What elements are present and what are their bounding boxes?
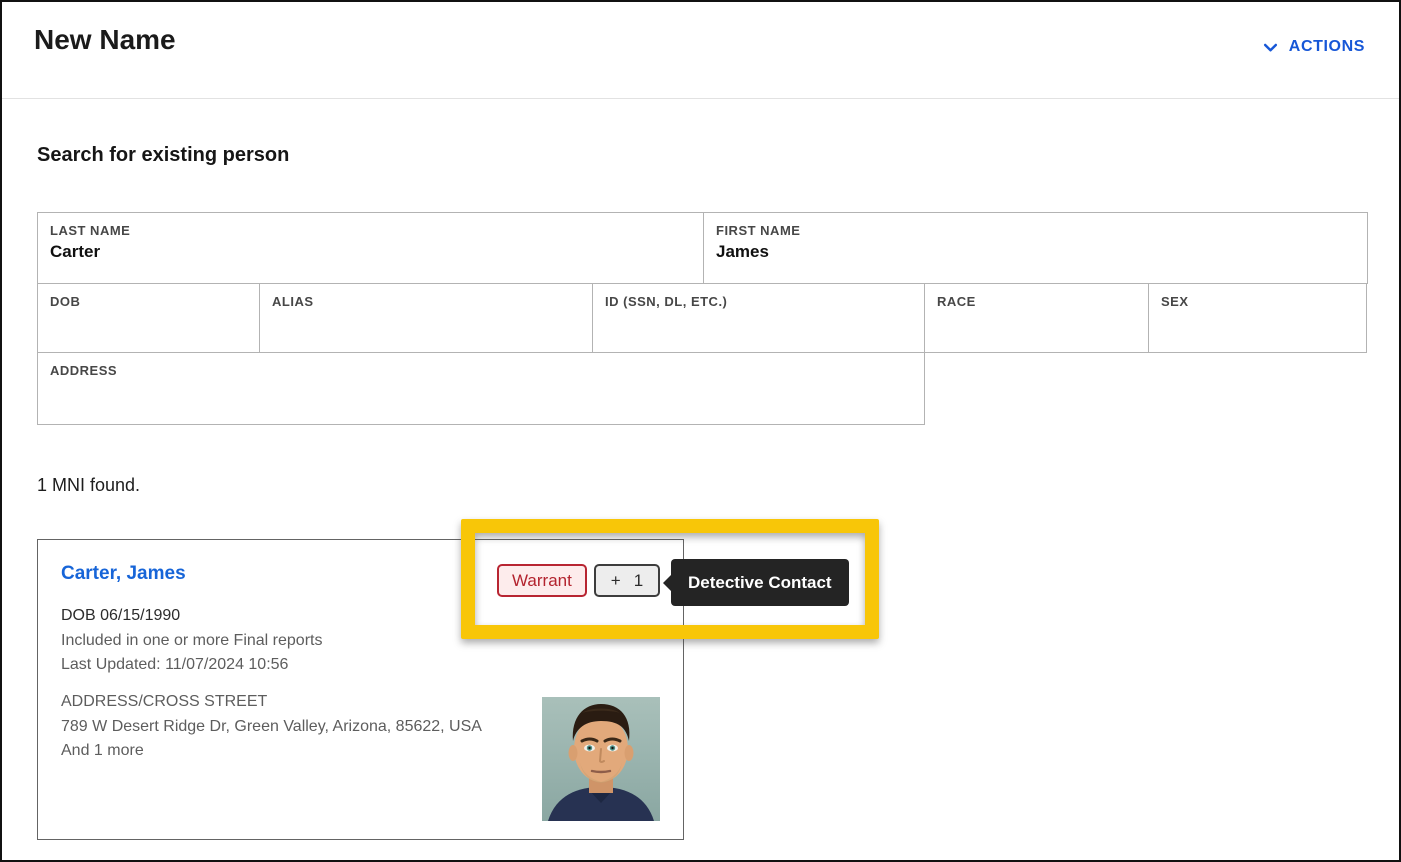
warrant-badge[interactable]: Warrant (497, 564, 587, 597)
race-label: RACE (937, 294, 1136, 309)
mugshot-photo (542, 697, 660, 821)
first-name-label: FIRST NAME (716, 223, 1355, 238)
tooltip-arrow-icon (663, 575, 671, 591)
alias-field[interactable]: ALIAS (259, 283, 593, 353)
warrant-badge-label: Warrant (512, 571, 572, 591)
person-address-value: 789 W Desert Ridge Dr, Green Valley, Ari… (61, 715, 482, 740)
id-label: ID (SSN, DL, ETC.) (605, 294, 912, 309)
address-field[interactable]: ADDRESS (37, 352, 925, 425)
person-address-label: ADDRESS/CROSS STREET (61, 690, 482, 715)
person-address-block: ADDRESS/CROSS STREET 789 W Desert Ridge … (61, 690, 482, 764)
new-name-page: New Name ACTIONS Search for existing per… (0, 0, 1401, 862)
page-title: New Name (34, 24, 176, 56)
actions-button[interactable]: ACTIONS (1262, 38, 1365, 56)
person-included: Included in one or more Final reports (61, 629, 322, 654)
last-name-field[interactable]: LAST NAME Carter (37, 212, 704, 284)
sex-field[interactable]: SEX (1148, 283, 1367, 353)
page-header: New Name ACTIONS (2, 2, 1399, 99)
search-heading: Search for existing person (37, 144, 289, 167)
more-flags-chip[interactable]: + 1 (594, 564, 660, 597)
alias-label: ALIAS (272, 294, 580, 309)
dob-field[interactable]: DOB (37, 283, 260, 353)
address-label: ADDRESS (50, 363, 912, 378)
detective-contact-tooltip: Detective Contact (671, 559, 849, 606)
sex-label: SEX (1161, 294, 1354, 309)
race-field[interactable]: RACE (924, 283, 1149, 353)
search-form: LAST NAME Carter FIRST NAME James DOB AL… (37, 212, 1369, 425)
first-name-value: James (716, 242, 1355, 262)
person-name-link[interactable]: Carter, James (61, 563, 186, 585)
actions-label: ACTIONS (1289, 38, 1365, 56)
chevron-down-icon (1262, 39, 1279, 56)
id-field[interactable]: ID (SSN, DL, ETC.) (592, 283, 925, 353)
person-address-more: And 1 more (61, 739, 482, 764)
last-name-value: Carter (50, 242, 691, 262)
last-name-label: LAST NAME (50, 223, 691, 238)
plus-sign: + (611, 571, 621, 591)
mni-count-text: 1 MNI found. (37, 475, 140, 496)
tooltip-text: Detective Contact (688, 573, 832, 593)
person-last-updated: Last Updated: 11/07/2024 10:56 (61, 653, 322, 678)
dob-label: DOB (50, 294, 247, 309)
first-name-field[interactable]: FIRST NAME James (703, 212, 1368, 284)
person-summary-block: DOB 06/15/1990 Included in one or more F… (61, 604, 322, 678)
person-dob: DOB 06/15/1990 (61, 604, 322, 629)
more-flags-count: 1 (634, 571, 643, 591)
person-card: Carter, James Warrant + 1 DOB 06/15/1990… (37, 539, 684, 840)
